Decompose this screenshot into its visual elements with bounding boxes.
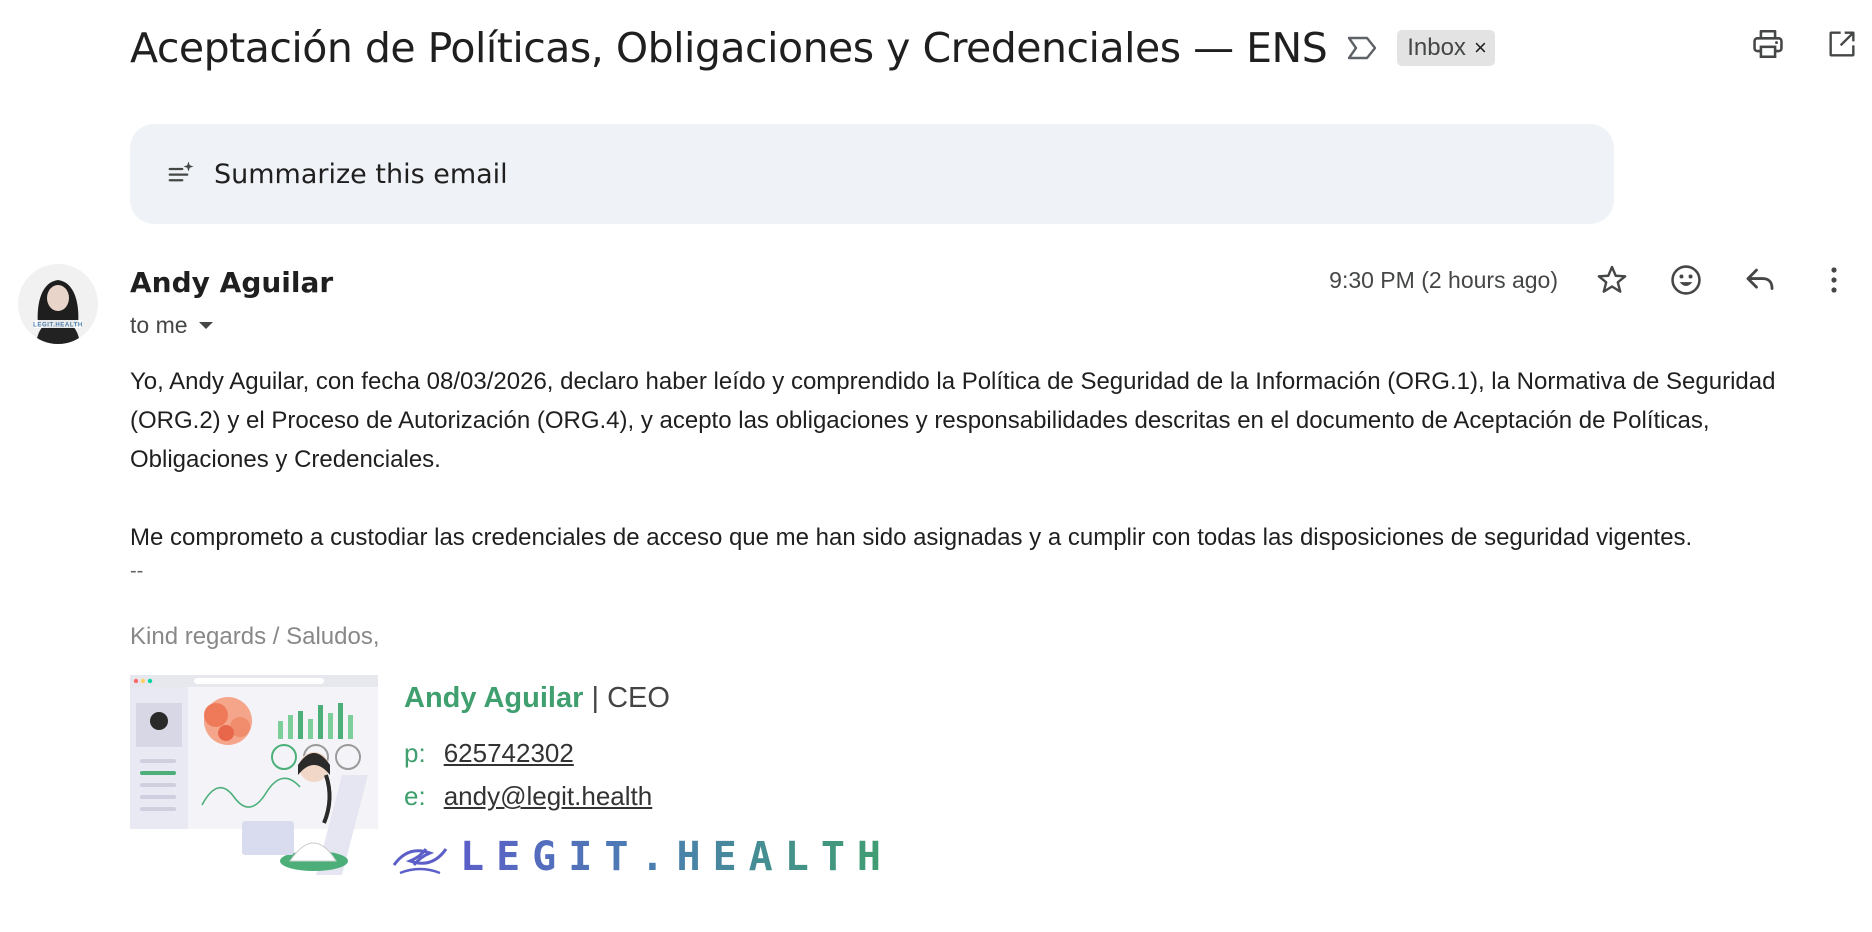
inbox-label-text: Inbox	[1407, 34, 1466, 61]
message-body: Yo, Andy Aguilar, con fecha 08/03/2026, …	[130, 362, 1850, 581]
logo-text: LEGIT.HEALTH	[460, 834, 893, 880]
caret-down-icon[interactable]	[198, 321, 214, 331]
subject-row: Aceptación de Políticas, Obligaciones y …	[130, 18, 1495, 78]
remove-label-button[interactable]: ×	[1474, 37, 1487, 59]
message-timestamp: 9:30 PM (2 hours ago)	[1329, 266, 1558, 293]
body-paragraph: Yo, Andy Aguilar, con fecha 08/03/2026, …	[130, 368, 1776, 473]
summarize-email-button[interactable]: Summarize this email	[130, 124, 1614, 224]
emoji-reaction-icon[interactable]	[1668, 262, 1704, 298]
reply-icon[interactable]	[1742, 262, 1778, 298]
signature-email-line: e: andy@legit.health	[404, 781, 652, 812]
email-subject: Aceptación de Políticas, Obligaciones y …	[130, 24, 1328, 72]
summarize-label: Summarize this email	[214, 158, 508, 190]
svg-text:LEGIT.HEALTH: LEGIT.HEALTH	[33, 323, 83, 329]
signature-role: CEO	[607, 682, 670, 714]
thread-actions	[1750, 26, 1860, 62]
email-label: e:	[404, 781, 426, 811]
summarize-sparkle-icon	[168, 161, 194, 182]
recipient-text: to me	[130, 312, 188, 338]
company-logo: LEGIT.HEALTH	[390, 834, 893, 880]
body-paragraph: Me comprometo a custodiar las credencial…	[130, 524, 1693, 551]
importance-marker-icon[interactable]	[1345, 31, 1379, 65]
inbox-label-chip: Inbox ×	[1397, 30, 1495, 66]
recipient-line: to me	[130, 312, 214, 339]
sender-name: Andy Aguilar	[130, 266, 334, 299]
signature-illustration	[130, 675, 378, 875]
more-vertical-icon[interactable]	[1816, 262, 1852, 298]
signature-phone-line: p: 625742302	[404, 738, 574, 769]
signature-name: Andy Aguilar	[404, 682, 584, 714]
print-icon[interactable]	[1750, 26, 1786, 62]
avatar[interactable]: LEGIT.HEALTH	[18, 264, 98, 344]
signature-regards: Kind regards / Saludos,	[130, 623, 380, 650]
email-view: Aceptación de Políticas, Obligaciones y …	[0, 0, 1872, 932]
phone-link[interactable]: 625742302	[444, 738, 574, 769]
open-in-new-window-icon[interactable]	[1824, 26, 1860, 62]
signature-separator: --	[130, 560, 144, 582]
message-actions	[1594, 262, 1852, 298]
message-meta: 9:30 PM (2 hours ago)	[1329, 262, 1852, 298]
signature-divider: |	[591, 682, 599, 714]
logo-hands-icon	[392, 848, 448, 875]
email-link[interactable]: andy@legit.health	[444, 781, 653, 812]
phone-label: p:	[404, 738, 426, 768]
star-icon[interactable]	[1594, 262, 1630, 298]
signature-name-line: Andy Aguilar | CEO	[404, 682, 670, 715]
